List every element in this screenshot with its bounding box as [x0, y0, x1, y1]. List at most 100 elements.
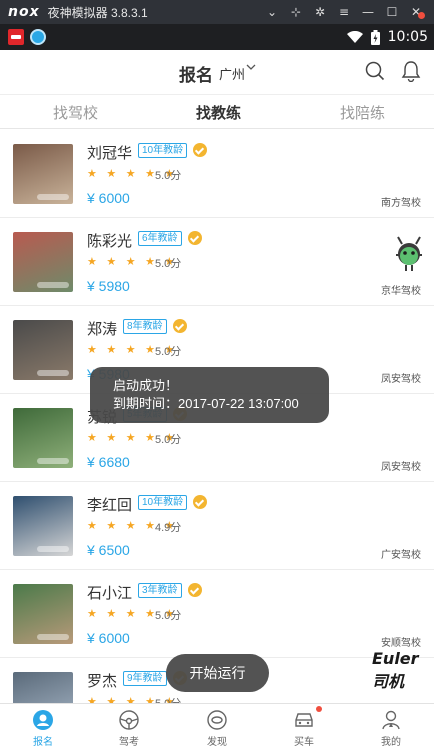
- coach-name: 石小江: [87, 585, 133, 602]
- watermark-logo: Euler司机: [372, 649, 419, 691]
- verified-icon: [188, 231, 202, 245]
- coach-name: 罗杰: [87, 673, 118, 690]
- school-name: 京华驾校: [381, 286, 421, 297]
- experience-badge: 10年教龄: [138, 495, 188, 510]
- coach-price: ¥ 6680: [87, 454, 130, 470]
- minimize-icon[interactable]: —: [356, 0, 380, 24]
- profile-icon: [380, 709, 402, 731]
- pin-icon[interactable]: ⊹: [284, 0, 308, 24]
- coach-photo: [13, 320, 73, 380]
- city-selector[interactable]: 广州: [219, 64, 245, 83]
- emulator-logo: nox: [8, 4, 40, 20]
- maximize-icon[interactable]: ☐: [380, 0, 404, 24]
- category-tabs: 找驾校 找教练 找陪练: [0, 94, 434, 129]
- chevron-down-icon[interactable]: [246, 62, 256, 75]
- rating-score: 5.0分: [155, 170, 182, 182]
- experience-badge: 3年教龄: [138, 583, 182, 598]
- close-icon[interactable]: ✕: [404, 0, 428, 24]
- signup-icon: [32, 709, 54, 731]
- bell-icon[interactable]: [401, 60, 421, 87]
- coach-name: 刘冠华: [87, 145, 133, 162]
- school-name: 安顺驾校: [381, 638, 421, 649]
- bug-icon[interactable]: [392, 235, 426, 280]
- rating-score: 5.0分: [155, 434, 182, 446]
- browser-notification-icon: [30, 29, 46, 45]
- coach-row[interactable]: 刘冠华 10年教龄 ★ ★ ★ ★ ★ 5.0分 ¥ 6000 南方驾校: [0, 131, 434, 218]
- photo-watermark: [37, 458, 69, 464]
- run-toast: 开始运行: [166, 654, 269, 692]
- coach-row[interactable]: 李红回 10年教龄 ★ ★ ★ ★ ★ 4.9分 ¥ 6500 广安驾校: [0, 483, 434, 570]
- rating-score: 5.0分: [155, 258, 182, 270]
- page-title: 报名: [179, 66, 213, 85]
- nav-label: 发现: [207, 737, 227, 747]
- coach-row[interactable]: 石小江 3年教龄 ★ ★ ★ ★ ★ 5.0分 ¥ 6000 安顺驾校: [0, 571, 434, 658]
- toast-line-1: 启动成功！: [113, 378, 179, 393]
- coach-photo: [13, 496, 73, 556]
- discover-icon: [206, 709, 228, 731]
- coach-name: 郑涛: [87, 321, 118, 338]
- status-right: 10:05: [346, 24, 428, 50]
- steering-wheel-icon: [118, 709, 140, 731]
- nav-label: 报名: [33, 737, 53, 747]
- settings-icon[interactable]: ✲: [308, 0, 332, 24]
- experience-badge: 8年教龄: [123, 319, 167, 334]
- nav-buy-car[interactable]: 买车: [261, 704, 347, 747]
- chevron-down-icon[interactable]: ⌄: [260, 0, 284, 24]
- tab-find-trainer[interactable]: 找陪练: [340, 102, 385, 123]
- car-icon: [293, 709, 315, 731]
- tab-find-coach[interactable]: 找教练: [196, 102, 241, 123]
- experience-badge: 10年教龄: [138, 143, 188, 158]
- verified-icon: [188, 583, 202, 597]
- coach-name: 陈彩光: [87, 233, 133, 250]
- school-name: 广安驾校: [381, 550, 421, 561]
- nav-exam[interactable]: 驾考: [86, 704, 172, 747]
- app-notification-icon: [8, 29, 24, 45]
- photo-watermark: [37, 370, 69, 376]
- launch-toast: 启动成功！ 到期时间：2017-07-22 13:07:00: [90, 367, 329, 423]
- school-name: 凤安驾校: [381, 374, 421, 385]
- android-status-bar: 10:05: [0, 24, 434, 50]
- notification-dot: [418, 12, 425, 19]
- photo-watermark: [37, 282, 69, 288]
- nav-discover[interactable]: 发现: [174, 704, 260, 747]
- coach-price: ¥ 6000: [87, 190, 130, 206]
- emulator-titlebar: nox 夜神模拟器 3.8.3.1 ⌄ ⊹ ✲ ≡ — ☐ ✕: [0, 0, 434, 24]
- app-header: 报名 广州: [0, 50, 434, 94]
- search-icon[interactable]: [365, 61, 385, 86]
- rating-score: 5.0分: [155, 610, 182, 622]
- photo-watermark: [37, 634, 69, 640]
- bottom-nav: 报名 驾考 发现 买车 我的: [0, 703, 434, 747]
- wifi-icon: [346, 31, 363, 43]
- battery-icon: [370, 29, 380, 45]
- coach-price: ¥ 6000: [87, 630, 130, 646]
- notification-dot: [316, 706, 322, 712]
- coach-photo: [13, 232, 73, 292]
- school-name: 南方驾校: [381, 198, 421, 209]
- nav-profile[interactable]: 我的: [348, 704, 434, 747]
- toast-line-2: 到期时间：2017-07-22 13:07:00: [113, 396, 299, 411]
- photo-watermark: [37, 194, 69, 200]
- status-time: 10:05: [387, 29, 428, 45]
- verified-icon: [193, 495, 207, 509]
- school-name: 凤安驾校: [381, 462, 421, 473]
- nav-label: 我的: [381, 737, 401, 747]
- verified-icon: [173, 319, 187, 333]
- rating-score: 4.9分: [155, 522, 182, 534]
- experience-badge: 9年教龄: [123, 671, 167, 686]
- photo-watermark: [37, 546, 69, 552]
- coach-photo: [13, 584, 73, 644]
- nav-signup[interactable]: 报名: [0, 704, 86, 747]
- verified-icon: [193, 143, 207, 157]
- coach-price: ¥ 5980: [87, 278, 130, 294]
- nav-label: 驾考: [119, 737, 139, 747]
- rating-score: 5.0分: [155, 346, 182, 358]
- experience-badge: 6年教龄: [138, 231, 182, 246]
- coach-price: ¥ 6500: [87, 542, 130, 558]
- nav-label: 买车: [294, 737, 314, 747]
- coach-name: 李红回: [87, 497, 133, 514]
- emulator-title: 夜神模拟器 3.8.3.1: [47, 5, 148, 20]
- coach-row[interactable]: 陈彩光 6年教龄 ★ ★ ★ ★ ★ 5.0分 ¥ 5980 京华驾校: [0, 219, 434, 306]
- menu-icon[interactable]: ≡: [332, 0, 356, 24]
- emulator-controls: ⌄ ⊹ ✲ ≡ — ☐ ✕: [260, 0, 428, 24]
- tab-find-school[interactable]: 找驾校: [53, 102, 98, 123]
